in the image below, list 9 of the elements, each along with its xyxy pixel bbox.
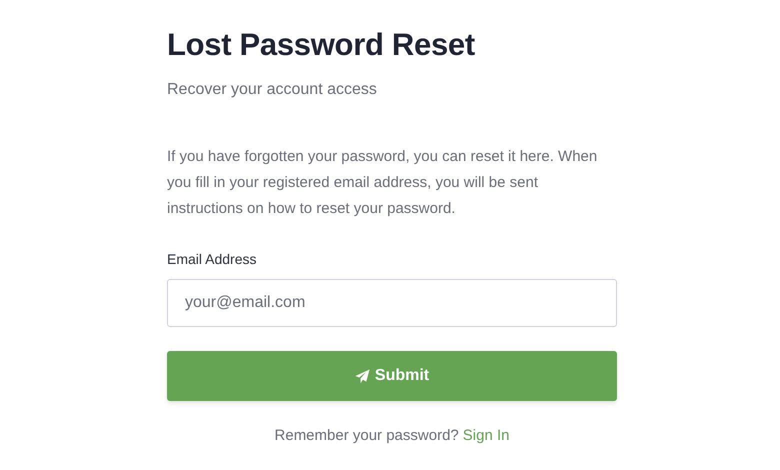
email-field[interactable]: your@email.com (167, 279, 617, 327)
subtitle: Recover your account access (167, 80, 378, 100)
sign-in-link[interactable]: Sign In (462, 427, 510, 444)
field-label: Email Address (167, 250, 256, 268)
submit-button[interactable]: Submit (167, 351, 617, 401)
description-text: If you have forgotten your password, you can reset it here. When you fill in your registered email address, you will be sent instructions on how to reset your password. (167, 147, 598, 219)
paper-plane-icon (354, 368, 370, 384)
footer-text: Remember your password? (274, 427, 459, 444)
page-title: Lost Password Reset (167, 26, 476, 64)
